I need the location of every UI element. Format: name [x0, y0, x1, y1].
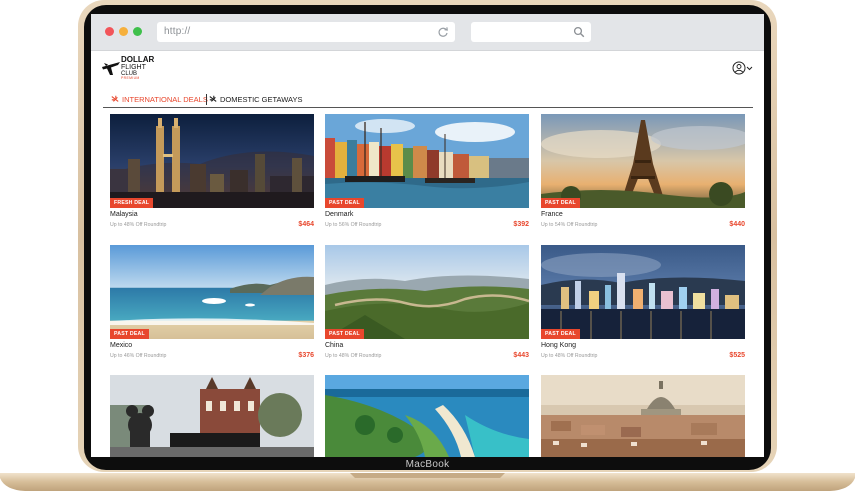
- deal-destination: Mexico: [110, 342, 133, 349]
- tab-international-label: INTERNATIONAL DEALS: [122, 95, 208, 104]
- deal-image-denmark: PAST DEAL: [325, 114, 529, 208]
- deal-image-china: PAST DEAL: [325, 245, 529, 339]
- deal-image-amsterdam: [110, 375, 314, 457]
- browser-search-box[interactable]: [471, 22, 591, 42]
- logo-text-dollar: DOLLAR: [121, 55, 155, 64]
- deal-badge: PAST DEAL: [541, 329, 580, 339]
- deal-image-tropical-beach: [325, 375, 529, 457]
- deal-destination: France: [541, 211, 563, 218]
- deal-image-hong-kong: PAST DEAL: [541, 245, 745, 339]
- deal-destination: Malaysia: [110, 211, 138, 218]
- site-header: DOLLAR FLIGHT CLUB PREMIUM: [91, 51, 764, 91]
- deal-badge: PAST DEAL: [541, 198, 580, 208]
- tabs-underline: [103, 107, 753, 108]
- deal-price: $440: [729, 221, 745, 228]
- address-bar[interactable]: http://: [157, 22, 455, 42]
- tab-domestic-label: DOMESTIC GETAWAYS: [220, 95, 303, 104]
- airplane-icon: [102, 62, 120, 75]
- laptop-base: [0, 473, 855, 491]
- deal-badge: FRESH DEAL: [110, 198, 154, 208]
- airplane-icon: [209, 95, 217, 102]
- user-menu-button[interactable]: [732, 61, 754, 75]
- deal-card-amsterdam[interactable]: [110, 375, 314, 457]
- deal-description: Up to 54% Off Roundtrip: [541, 222, 598, 228]
- minimize-window-button[interactable]: [119, 27, 128, 36]
- tab-international-deals[interactable]: INTERNATIONAL DEALS: [111, 94, 208, 106]
- deal-description: Up to 48% Off Roundtrip: [110, 222, 167, 228]
- deal-description: Up to 48% Off Roundtrip: [541, 353, 598, 359]
- deal-description: Up to 56% Off Roundtrip: [325, 222, 382, 228]
- deal-card-malaysia[interactable]: FRESH DEAL Malaysia Up to 48% Off Roundt…: [110, 114, 314, 239]
- deal-tabs: INTERNATIONAL DEALS DOMESTIC GETAWAYS: [109, 94, 749, 108]
- tab-domestic-getaways[interactable]: DOMESTIC GETAWAYS: [209, 94, 303, 106]
- user-avatar-icon: [732, 61, 753, 75]
- deal-badge: PAST DEAL: [325, 329, 364, 339]
- tab-divider: [206, 94, 207, 105]
- address-bar-text: http://: [164, 26, 191, 37]
- deal-card-rome[interactable]: [541, 375, 745, 457]
- logo-text-premium: PREMIUM: [121, 76, 140, 80]
- browser-toolbar: http://: [91, 14, 764, 51]
- deal-price: $464: [298, 221, 314, 228]
- close-window-button[interactable]: [105, 27, 114, 36]
- deal-card-china[interactable]: PAST DEAL China Up to 48% Off Roundtrip …: [325, 245, 529, 370]
- deal-price: $392: [513, 221, 529, 228]
- deal-price: $443: [513, 352, 529, 359]
- deal-destination: Denmark: [325, 211, 354, 218]
- deal-card-denmark[interactable]: PAST DEAL Denmark Up to 56% Off Roundtri…: [325, 114, 529, 239]
- deal-destination: Hong Kong: [541, 342, 577, 349]
- deal-destination: China: [325, 342, 344, 349]
- deal-image-mexico: PAST DEAL: [110, 245, 314, 339]
- maximize-window-button[interactable]: [133, 27, 142, 36]
- airplane-icon: [111, 95, 119, 102]
- search-icon[interactable]: [573, 26, 585, 38]
- deal-image-malaysia: FRESH DEAL: [110, 114, 314, 208]
- deal-badge: PAST DEAL: [325, 198, 364, 208]
- browser-screen: http:// DOLLAR FLIGHT CLUB PREMIUM INTER…: [91, 14, 764, 457]
- dollar-flight-club-logo[interactable]: DOLLAR FLIGHT CLUB PREMIUM: [101, 54, 155, 82]
- deal-card-hong-kong[interactable]: PAST DEAL Hong Kong Up to 48% Off Roundt…: [541, 245, 745, 370]
- deal-card-france[interactable]: PAST DEAL France Up to 54% Off Roundtrip…: [541, 114, 745, 239]
- deal-price: $525: [729, 352, 745, 359]
- deal-image-france: PAST DEAL: [541, 114, 745, 208]
- deal-card-tropical-beach[interactable]: [325, 375, 529, 457]
- reload-icon[interactable]: [437, 26, 449, 38]
- deal-description: Up to 48% Off Roundtrip: [325, 353, 382, 359]
- deal-image-rome: [541, 375, 745, 457]
- logo-text-flight: FLIGHT: [121, 64, 146, 71]
- deal-badge: PAST DEAL: [110, 329, 149, 339]
- deal-card-mexico[interactable]: PAST DEAL Mexico Up to 46% Off Roundtrip…: [110, 245, 314, 370]
- laptop-brand-label: MacBook: [405, 459, 450, 470]
- deal-price: $376: [298, 352, 314, 359]
- deal-description: Up to 46% Off Roundtrip: [110, 353, 167, 359]
